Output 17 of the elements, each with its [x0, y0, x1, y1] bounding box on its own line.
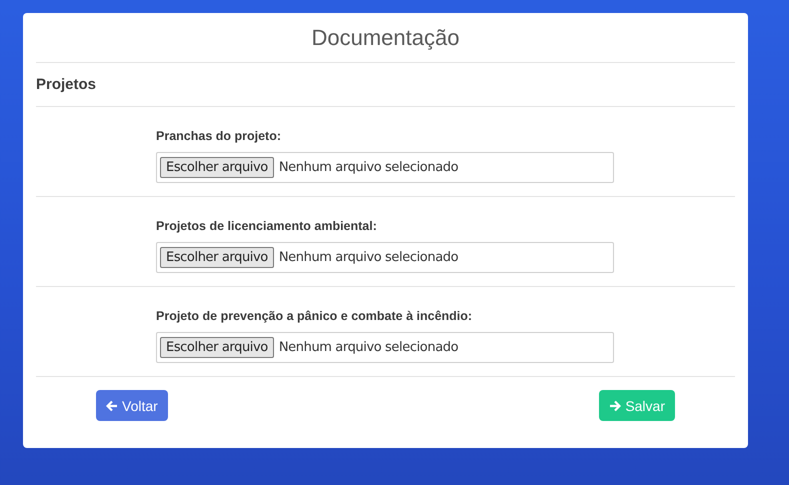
- file-field[interactable]: Escolher arquivo Nenhum arquivo selecionado: [156, 152, 614, 183]
- arrow-right-icon: [609, 400, 622, 412]
- field-label: Projeto de prevenção a pânico e combate à incêndio:: [156, 309, 474, 323]
- file-field[interactable]: Escolher arquivo Nenhum arquivo selecionado: [156, 332, 614, 363]
- arrow-left-icon: [106, 400, 118, 412]
- page-title: Documentação: [36, 13, 735, 63]
- field-label: Projetos de licenciamento ambiental:: [156, 219, 378, 233]
- section-heading: Projetos: [36, 63, 735, 107]
- choose-file-button[interactable]: Escolher arquivo: [160, 247, 274, 268]
- file-status: Nenhum arquivo selecionado: [278, 250, 458, 265]
- file-status: Nenhum arquivo selecionado: [278, 340, 458, 355]
- choose-file-button[interactable]: Escolher arquivo: [160, 337, 274, 358]
- choose-file-button[interactable]: Escolher arquivo: [160, 157, 274, 178]
- file-field[interactable]: Escolher arquivo Nenhum arquivo selecionado: [156, 242, 614, 273]
- file-status: Nenhum arquivo selecionado: [278, 160, 458, 175]
- back-button[interactable]: Voltar: [96, 390, 168, 421]
- field-label: Pranchas do projeto:: [156, 129, 282, 143]
